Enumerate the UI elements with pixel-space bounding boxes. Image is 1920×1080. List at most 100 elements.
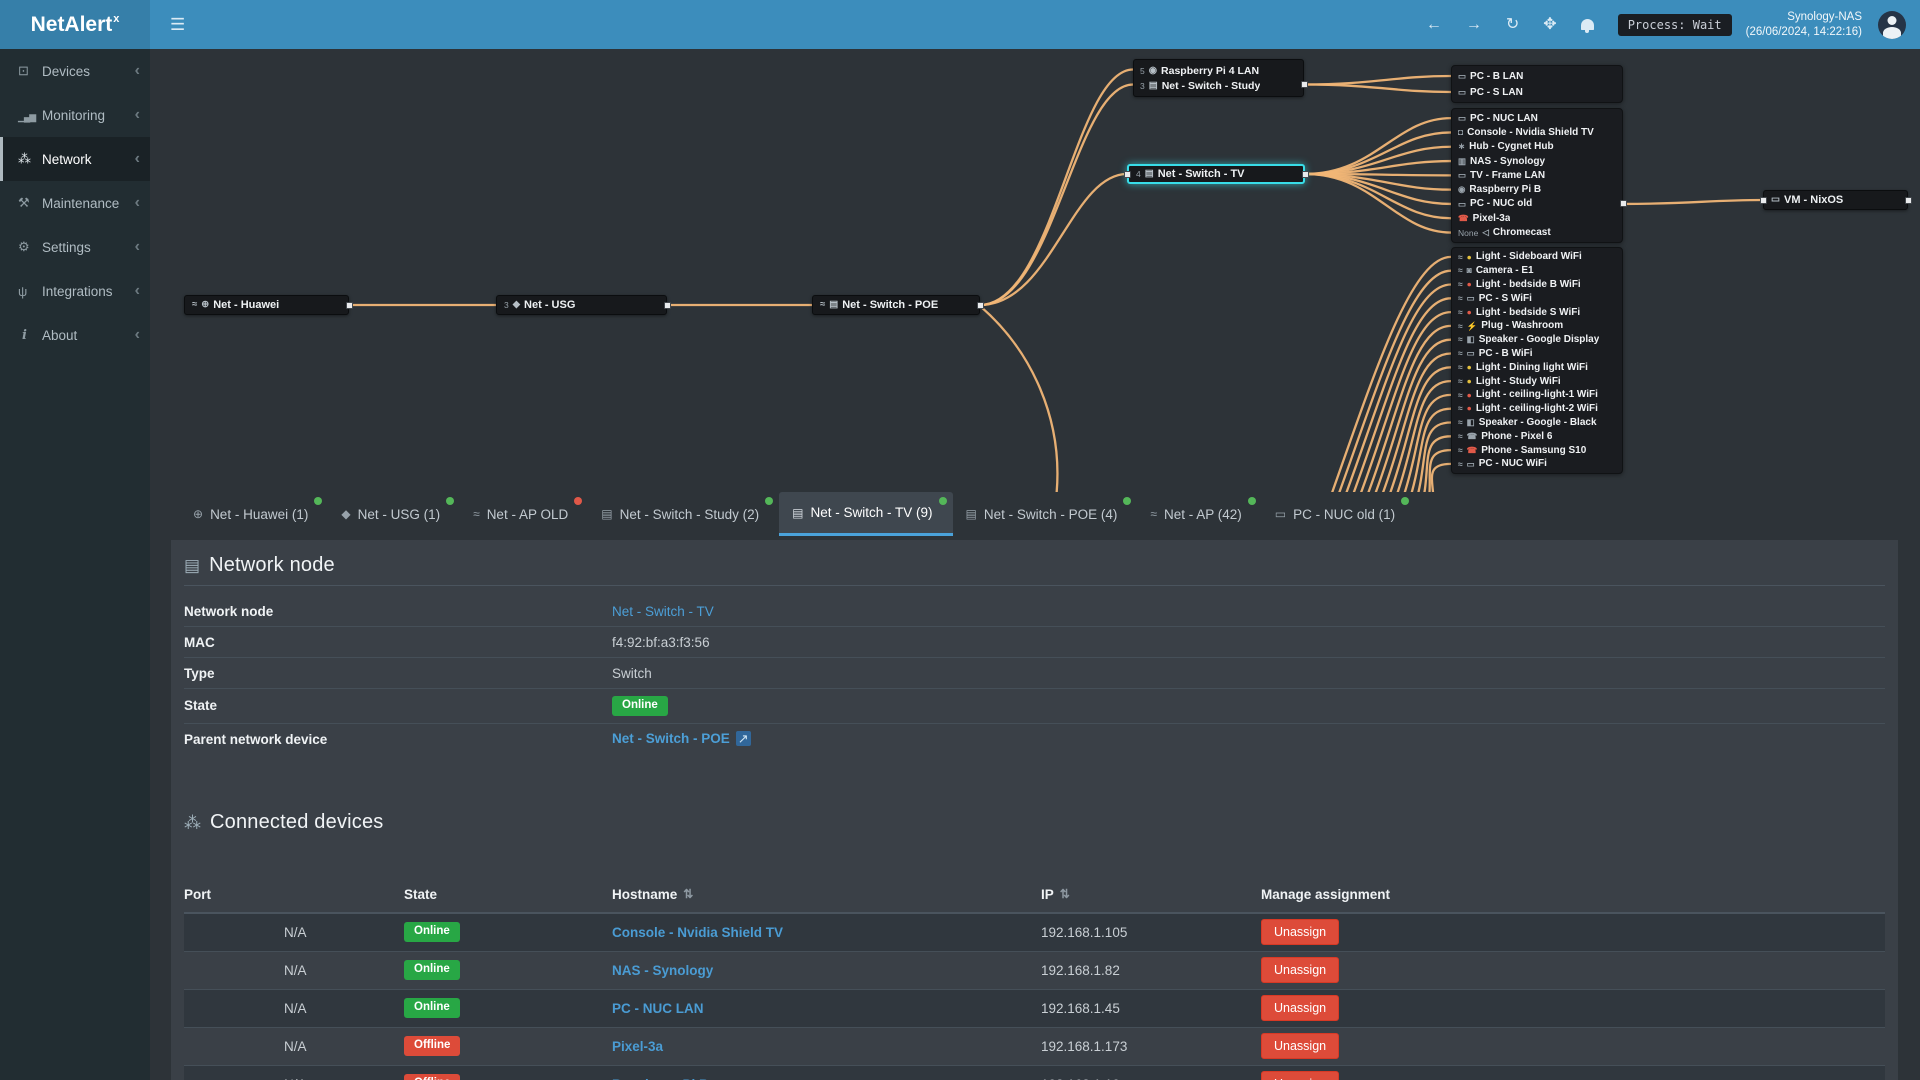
forward-arrow-icon[interactable]: → [1456,0,1492,49]
tab-net-switch-study-2[interactable]: Net - Switch - Study (2) [588,492,779,536]
device-label: PC - NUC WiFi [1478,458,1547,470]
sidebar-menu: Devices‹Monitoring‹Network‹Maintenance‹S… [0,49,150,357]
unassign-button[interactable]: Unassign [1261,995,1340,1022]
sort-icon[interactable]: ⇅ [1060,887,1070,901]
pc-icon [1458,114,1466,123]
status-dot [1247,497,1256,505]
map-node-net-switch-study[interactable]: 3 Net - Switch - Study [1134,78,1303,93]
device-leaf-plug-washroom[interactable]: Plug - Washroom [1452,319,1622,333]
hostname-link[interactable]: Console - Nvidia Shield TV [612,925,783,940]
unassign-button[interactable]: Unassign [1261,1071,1340,1080]
device-leaf-pixel-3a[interactable]: Pixel-3a [1452,211,1622,225]
device-leaf-pc-nuc-lan[interactable]: PC - NUC LAN [1452,111,1622,125]
device-leaf-raspberry-pi-b[interactable]: Raspberry Pi B [1452,182,1622,196]
hostname-link[interactable]: NAS - Synology [612,963,713,978]
cell-hostname: PC - NUC LAN [612,1001,1041,1016]
hostname-link[interactable]: PC - NUC LAN [612,1001,704,1016]
move-pan-icon[interactable]: ✥ [1533,0,1566,49]
notifications-bell-icon[interactable] [1571,19,1604,33]
globe-icon [201,300,209,310]
tab-net-ap-42[interactable]: Net - AP (42) [1137,492,1261,536]
app-logo[interactable]: NetAlert x [0,0,150,49]
tab-net-switch-tv-9[interactable]: Net - Switch - TV (9) [779,492,953,536]
device-leaf-light-ceiling-light-1-wifi[interactable]: Light - ceiling-light-1 WiFi [1452,388,1622,402]
device-leaf-nas-synology[interactable]: NAS - Synology [1452,154,1622,168]
device-leaf-pc-s-lan[interactable]: PC - S LAN [1452,84,1622,100]
sidebar-item-maintenance[interactable]: Maintenance ‹ [0,181,150,225]
tab-net-ap-old[interactable]: Net - AP OLD [460,492,588,536]
tab-net-usg-1[interactable]: Net - USG (1) [328,492,460,536]
tab-net-huawei-1[interactable]: Net - Huawei (1) [180,492,328,536]
table-row-pixel-3a: N/A Offline Pixel-3a 192.168.1.173 Unassign [184,1028,1885,1066]
device-leaf-camera-e1[interactable]: Camera - E1 [1452,264,1622,278]
hamburger-menu-icon[interactable]: ☰ [160,0,195,49]
node-label: Raspberry Pi 4 LAN [1161,64,1260,77]
hostname-link[interactable]: Pixel-3a [612,1039,663,1054]
user-avatar[interactable] [1878,10,1906,39]
device-leaf-chromecast[interactable]: None Chromecast [1452,225,1622,239]
top-navigation: ☰ ← → ↻ ✥ Process: Wait Synology-NAS (26… [150,0,1920,49]
tab-net-switch-poe-4[interactable]: Net - Switch - POE (4) [953,492,1138,536]
column-label: Hostname [612,886,678,902]
external-link-icon[interactable]: ↗ [735,731,751,747]
sidebar-item-settings[interactable]: Settings ‹ [0,225,150,269]
device-leaf-pc-s-wifi[interactable]: PC - S WiFi [1452,291,1622,305]
spk-icon [1467,335,1475,344]
unassign-button[interactable]: Unassign [1261,1033,1340,1060]
device-leaf-light-sideboard-wifi[interactable]: Light - Sideboard WiFi [1452,250,1622,264]
wifi-icon [1458,349,1463,358]
map-node-net-usg[interactable]: 3 Net - USG [496,295,667,315]
status-dot [1401,497,1410,505]
device-leaf-light-ceiling-light-2-wifi[interactable]: Light - ceiling-light-2 WiFi [1452,402,1622,416]
sidebar-item-network[interactable]: Network ‹ [0,137,150,181]
tab-pc-nuc-old-1[interactable]: PC - NUC old (1) [1262,492,1415,536]
sidebar-item-about[interactable]: About ‹ [0,313,150,357]
device-leaf-phone-pixel-6[interactable]: Phone - Pixel 6 [1452,429,1622,443]
cell-manage: Unassign [1261,919,1885,946]
topology-edge [978,83,1135,307]
refresh-icon[interactable]: ↻ [1496,0,1529,49]
device-leaf-tv-frame-lan[interactable]: TV - Frame LAN [1452,168,1622,182]
device-leaf-light-study-wifi[interactable]: Light - Study WiFi [1452,374,1622,388]
monitoring-icon [18,108,42,123]
device-leaf-light-bedside-b-wifi[interactable]: Light - bedside B WiFi [1452,278,1622,292]
column-header-hostname[interactable]: Hostname ⇅ [612,887,1041,902]
sidebar-item-devices[interactable]: Devices ‹ [0,49,150,93]
map-node-net-huawei[interactable]: Net - Huawei [184,295,349,315]
sort-icon[interactable]: ⇅ [683,887,693,901]
device-leaf-phone-samsung-s10[interactable]: Phone - Samsung S10 [1452,443,1622,457]
device-leaf-light-bedside-s-wifi[interactable]: Light - bedside S WiFi [1452,305,1622,319]
map-node-net-switch-tv[interactable]: 4 Net - Switch - TV [1127,164,1305,184]
device-leaf-console-nvidia-shield-tv[interactable]: Console - Nvidia Shield TV [1452,125,1622,139]
cell-state: Offline [404,1036,612,1057]
map-node-raspberry-pi-4-lan[interactable]: 5 Raspberry Pi 4 LAN [1134,63,1303,78]
back-arrow-icon[interactable]: ← [1416,0,1452,49]
bell-glyph [1580,19,1594,33]
pc-icon [1467,460,1475,469]
device-leaf-pc-b-wifi[interactable]: PC - B WiFi [1452,347,1622,361]
device-leaf-pc-b-lan[interactable]: PC - B LAN [1452,68,1622,84]
device-leaf-speaker-google-black[interactable]: Speaker - Google - Black [1452,416,1622,430]
column-header-state: State [404,887,612,902]
device-leaf-hub-cygnet-hub[interactable]: Hub - Cygnet Hub [1452,140,1622,154]
device-leaf-speaker-google-display[interactable]: Speaker - Google Display [1452,333,1622,347]
sidebar-item-monitoring[interactable]: Monitoring ‹ [0,93,150,137]
unassign-button[interactable]: Unassign [1261,919,1340,946]
device-leaf-light-dining-light-wifi[interactable]: Light - Dining light WiFi [1452,360,1622,374]
state-badge: Offline [404,1036,461,1057]
port-label: 3 [504,300,509,310]
device-leaf-pc-nuc-old[interactable]: PC - NUC old [1452,197,1622,211]
wifi-icon [1458,363,1463,372]
sidebar-item-integrations[interactable]: Integrations ‹ [0,269,150,313]
pc-icon [1467,294,1475,303]
device-leaf-pc-nuc-wifi[interactable]: PC - NUC WiFi [1452,457,1622,471]
map-node-net-switch-poe[interactable]: Net - Switch - POE [812,295,980,315]
cell-ip: 192.168.1.82 [1041,962,1120,978]
column-header-ip[interactable]: IP ⇅ [1041,887,1261,902]
node-details: Network node Net - Switch - TV MAC f4:92:bf… [184,596,1885,755]
unassign-button[interactable]: Unassign [1261,957,1340,984]
node-link[interactable]: Net - Switch - TV [612,604,714,619]
column-label: State [404,886,438,902]
map-node-vm-nixos[interactable]: VM - NixOS [1763,190,1908,210]
parent-device-link[interactable]: Net - Switch - POE [612,731,730,746]
